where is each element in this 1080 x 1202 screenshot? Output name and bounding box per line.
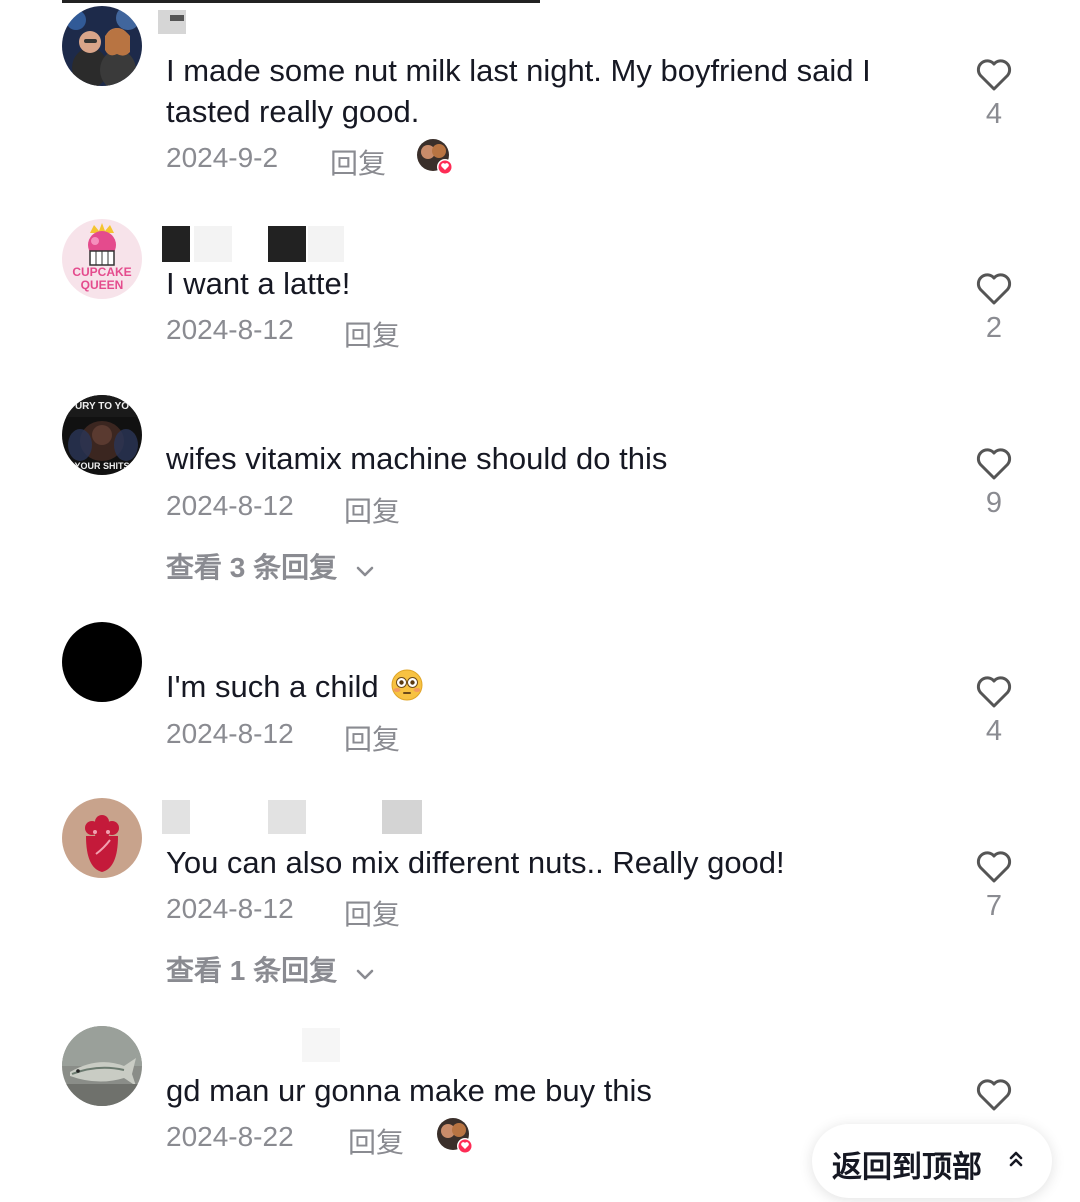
top-divider xyxy=(62,0,540,3)
avatar-text: QUEEN xyxy=(81,278,124,292)
reply-button[interactable]: 回复 xyxy=(344,314,400,354)
comment-text: I made some nut milk last night. My boyf… xyxy=(166,53,871,129)
comment-date: 2024-8-12 xyxy=(166,490,294,521)
like-button[interactable]: 4 xyxy=(974,56,1014,131)
commenter-avatar[interactable] xyxy=(62,798,142,878)
comment-date: 2024-8-12 xyxy=(166,718,294,749)
avatar-text: CUPCAKE xyxy=(72,265,131,279)
like-count: 4 xyxy=(985,715,1003,747)
back-to-top-label: 返回到顶部 xyxy=(832,1151,982,1184)
like-button[interactable]: 4 xyxy=(974,673,1014,748)
comment-date: 2024-9-2 xyxy=(166,142,279,173)
commenter-avatar[interactable] xyxy=(62,1026,142,1106)
reply-button[interactable]: 回复 xyxy=(344,718,400,758)
chevron-down-icon xyxy=(355,554,375,586)
commenter-avatar[interactable]: URY TO YO YOUR SHITS xyxy=(62,395,142,475)
flushed-face-emoji xyxy=(391,669,423,701)
creator-liked-badge xyxy=(436,1117,474,1155)
heart-outline-icon xyxy=(976,273,1012,305)
comment-date: 2024-8-12 xyxy=(166,893,294,924)
like-count: 2 xyxy=(985,312,1003,344)
commenter-avatar[interactable] xyxy=(62,622,142,702)
avatar-text: URY TO YO xyxy=(75,401,129,412)
like-count: 9 xyxy=(985,487,1003,519)
like-button[interactable]: 7 xyxy=(974,848,1014,923)
comment-text: I'm such a child xyxy=(166,666,936,707)
comment-text: I want a latte! xyxy=(166,266,351,301)
heart-outline-icon xyxy=(976,1079,1012,1111)
avatar-text: YOUR SHITS xyxy=(74,461,129,471)
like-button[interactable] xyxy=(974,1076,1014,1118)
like-count: 4 xyxy=(985,98,1003,130)
chevron-down-icon xyxy=(355,957,375,989)
creator-liked-badge xyxy=(416,138,454,176)
heart-outline-icon xyxy=(976,59,1012,91)
heart-outline-icon xyxy=(976,851,1012,883)
like-button[interactable]: 2 xyxy=(974,270,1014,345)
heart-outline-icon xyxy=(976,676,1012,708)
view-replies-label: 查看 1 条回复 xyxy=(166,955,338,986)
comment-text: You can also mix different nuts.. Really… xyxy=(166,845,785,880)
reply-button[interactable]: 回复 xyxy=(344,893,400,933)
comment-text: wifes vitamix machine should do this xyxy=(166,441,668,476)
double-chevron-up-icon xyxy=(1008,1150,1024,1175)
commenter-avatar[interactable] xyxy=(62,6,142,86)
reply-button[interactable]: 回复 xyxy=(348,1121,404,1161)
reply-button[interactable]: 回复 xyxy=(344,490,400,530)
back-to-top-button[interactable]: 返回到顶部 xyxy=(812,1124,1052,1198)
heart-outline-icon xyxy=(976,448,1012,480)
comment-text: gd man ur gonna make me buy this xyxy=(166,1073,652,1108)
like-button[interactable]: 9 xyxy=(974,445,1014,520)
comment-date: 2024-8-12 xyxy=(166,314,294,345)
comment-date: 2024-8-22 xyxy=(166,1121,294,1152)
commenter-avatar[interactable]: CUPCAKE QUEEN xyxy=(62,219,142,299)
comment-text-content: I'm such a child xyxy=(166,669,379,704)
reply-button[interactable]: 回复 xyxy=(330,142,386,182)
view-replies-label: 查看 3 条回复 xyxy=(166,552,338,583)
like-count: 7 xyxy=(985,890,1003,922)
view-replies-button[interactable]: 查看 3 条回复 xyxy=(166,546,375,586)
view-replies-button[interactable]: 查看 1 条回复 xyxy=(166,949,375,989)
